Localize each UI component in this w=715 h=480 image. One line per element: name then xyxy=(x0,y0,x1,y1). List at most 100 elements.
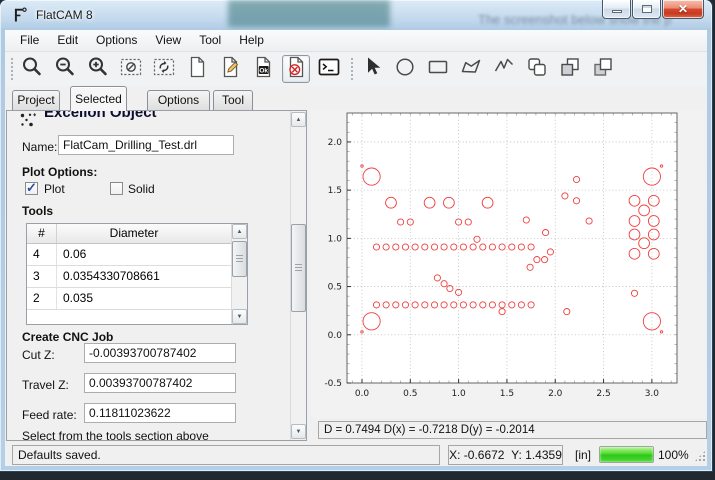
tools-hint-text: Select from the tools section above xyxy=(22,429,209,441)
table-scrollbar[interactable]: ▲ ▼ xyxy=(231,224,247,324)
tool-diameter: 0.035 xyxy=(57,288,247,309)
tool-diameter: 0.0354330708661 xyxy=(57,266,247,287)
plot-checkbox-label: Plot xyxy=(44,182,65,196)
toolbar-button-draw-path[interactable] xyxy=(490,55,518,83)
toolbar-button-clear-plot[interactable] xyxy=(117,55,145,83)
toolbar-button-zoom-fit[interactable] xyxy=(18,55,46,83)
svg-text:1.0: 1.0 xyxy=(328,234,343,244)
column-header-diameter[interactable]: Diameter xyxy=(57,224,211,243)
menu-bar: FileEditOptionsViewToolHelp xyxy=(5,30,707,52)
svg-text:Ok: Ok xyxy=(259,67,268,74)
tab-options[interactable]: Options xyxy=(147,90,210,110)
scroll-down-button[interactable]: ▼ xyxy=(291,424,306,439)
svg-text:0.5: 0.5 xyxy=(328,283,342,293)
menu-options[interactable]: Options xyxy=(87,30,146,51)
svg-text:2.0: 2.0 xyxy=(328,138,343,148)
glass-bleed-blob xyxy=(228,0,390,27)
menu-help[interactable]: Help xyxy=(230,30,273,51)
cnc-heading: Create CNC Job xyxy=(22,330,113,344)
menu-view[interactable]: View xyxy=(146,30,190,51)
union-icon xyxy=(525,55,549,84)
column-header-number[interactable]: # xyxy=(27,224,57,243)
resize-grip[interactable] xyxy=(695,451,705,461)
toolbar-button-draw-circle[interactable] xyxy=(391,55,419,83)
plot-checkbox[interactable] xyxy=(25,182,38,195)
toolbar-group-main: Ok xyxy=(18,55,343,83)
toolbar-grip[interactable] xyxy=(351,58,354,80)
name-input[interactable] xyxy=(58,135,234,155)
tab-selected[interactable]: Selected xyxy=(70,86,127,111)
plot-options-heading: Plot Options: xyxy=(22,165,97,179)
feed-rate-label: Feed rate: xyxy=(22,408,77,422)
toolbar-button-open-project[interactable] xyxy=(216,55,244,83)
svg-text:1.5: 1.5 xyxy=(328,186,342,196)
new-project-icon xyxy=(185,55,209,84)
title-bar[interactable]: The screenshot below show the p FlatCAM … xyxy=(0,0,712,30)
app-window: The screenshot below show the p FlatCAM … xyxy=(0,0,712,471)
draw-path-icon xyxy=(492,55,516,84)
scroll-up-button[interactable]: ▲ xyxy=(291,112,306,127)
scrollbar-thumb[interactable] xyxy=(232,241,247,277)
distance-readout: D = 0.7494 D(x) = -0.7218 D(y) = -0.2014 xyxy=(318,421,707,439)
close-button[interactable]: ✕ xyxy=(662,0,704,19)
minimize-button[interactable] xyxy=(602,0,631,19)
solid-checkbox[interactable] xyxy=(110,182,123,195)
menu-file[interactable]: File xyxy=(11,30,48,51)
toolbar: Ok xyxy=(5,52,707,86)
toolbar-button-shell[interactable] xyxy=(315,55,343,83)
tab-bar: Project Selected OptionsTool xyxy=(5,86,707,110)
toolbar-button-intersection[interactable] xyxy=(556,55,584,83)
toolbar-button-zoom-in[interactable] xyxy=(84,55,112,83)
window-title: FlatCAM 8 xyxy=(36,8,93,22)
svg-text:-0.5: -0.5 xyxy=(324,379,342,389)
tab-project[interactable]: Project xyxy=(12,90,60,110)
tool-row[interactable]: 20.035 xyxy=(27,288,247,310)
progress-bar xyxy=(599,446,654,463)
menu-edit[interactable]: Edit xyxy=(48,30,87,51)
minimize-icon xyxy=(612,10,622,13)
toolbar-button-delete-object[interactable] xyxy=(282,55,310,83)
units-label: [in] xyxy=(575,448,591,462)
toolbar-button-draw-polygon[interactable] xyxy=(457,55,485,83)
scrollbar-thumb[interactable] xyxy=(291,224,306,312)
plot-canvas[interactable]: 0.00.51.01.52.02.53.0-0.50.00.51.01.52.0 xyxy=(311,110,705,418)
toolbar-button-run-script[interactable]: Ok xyxy=(249,55,277,83)
toolbar-button-new-project[interactable] xyxy=(183,55,211,83)
shell-icon xyxy=(317,55,341,84)
selected-object-panel: Excellon Object Name: Plot Options: Plot… xyxy=(6,110,307,441)
tool-row[interactable]: 30.0354330708661 xyxy=(27,266,247,288)
coordinate-x: X: -0.6672 xyxy=(449,448,504,462)
maximize-button[interactable] xyxy=(632,0,661,19)
scroll-up-button[interactable]: ▲ xyxy=(232,224,247,239)
tools-table: # Diameter 40.0630.035433070866120.035 ▲… xyxy=(26,223,248,325)
status-message: Defaults saved. xyxy=(12,445,440,465)
zoom-out-icon xyxy=(53,55,77,84)
svg-text:1.5: 1.5 xyxy=(500,389,514,399)
open-project-icon xyxy=(218,55,242,84)
feed-rate-input[interactable] xyxy=(84,403,236,423)
svg-text:3.0: 3.0 xyxy=(645,389,660,399)
panel-scrollbar[interactable]: ▲ ▼ xyxy=(290,111,306,440)
status-bar: Defaults saved. X: -0.6672 Y: 1.4359 [in… xyxy=(5,443,707,466)
toolbar-button-subtract[interactable] xyxy=(589,55,617,83)
tab-tool[interactable]: Tool xyxy=(213,90,253,110)
toolbar-button-zoom-out[interactable] xyxy=(51,55,79,83)
tool-row[interactable]: 40.06 xyxy=(27,244,247,266)
travel-z-label: Travel Z: xyxy=(22,378,69,392)
delete-object-icon xyxy=(284,55,308,84)
toolbar-button-select-tool[interactable] xyxy=(358,55,386,83)
svg-text:2.5: 2.5 xyxy=(596,389,610,399)
client-area: FileEditOptionsViewToolHelp Ok ProjectSe… xyxy=(5,30,707,466)
toolbar-button-draw-rectangle[interactable] xyxy=(424,55,452,83)
tool-number: 4 xyxy=(27,244,57,265)
menu-tool[interactable]: Tool xyxy=(190,30,230,51)
scroll-down-button[interactable]: ▼ xyxy=(232,309,247,324)
replot-icon xyxy=(152,55,176,84)
travel-z-input[interactable] xyxy=(84,373,236,393)
toolbar-grip[interactable] xyxy=(11,58,14,80)
tool-diameter: 0.06 xyxy=(57,244,247,265)
toolbar-button-replot[interactable] xyxy=(150,55,178,83)
toolbar-button-union[interactable] xyxy=(523,55,551,83)
run-script-icon: Ok xyxy=(251,55,275,84)
cut-z-input[interactable] xyxy=(84,343,236,363)
